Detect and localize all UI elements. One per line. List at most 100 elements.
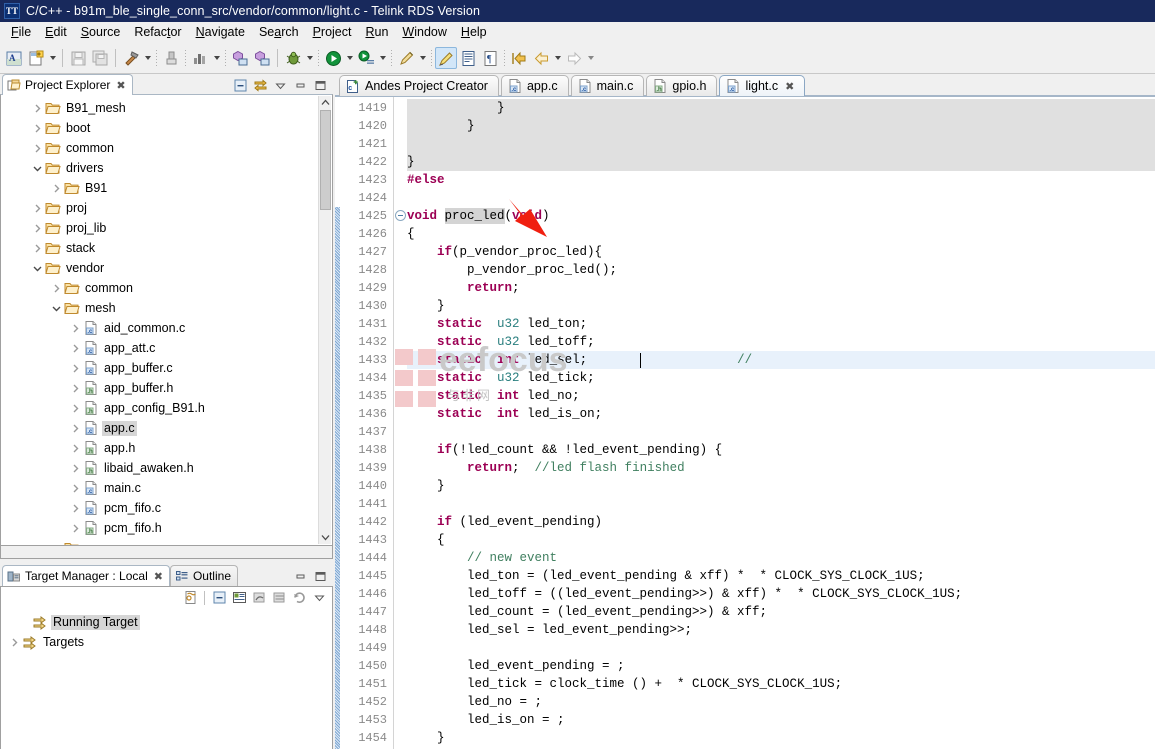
external-tools-icon[interactable]	[355, 47, 377, 69]
save-all-icon[interactable]	[89, 47, 111, 69]
code-line[interactable]: if (led_event_pending)	[407, 513, 602, 531]
chevron-right-icon[interactable]	[7, 638, 21, 647]
open-element-icon[interactable]	[457, 47, 479, 69]
forward-dropdown[interactable]	[585, 47, 596, 69]
scroll-down-arrow[interactable]	[319, 531, 331, 544]
code-line[interactable]: static int led_is_on;	[407, 405, 602, 423]
folding-column[interactable]	[395, 97, 407, 749]
tree-item-drivers[interactable]: drivers	[1, 158, 332, 178]
tab-target-manager[interactable]: Target Manager : Local ✖	[2, 565, 170, 586]
code-editor[interactable]: 1419 1420 1421 1422 1423 1424 1425 1426 1427 1428…	[335, 96, 1155, 749]
target-tree-item-targets[interactable]: Targets	[1, 632, 332, 652]
menu-item-refactor[interactable]: Refactor	[127, 23, 188, 41]
code-line[interactable]: led_toff = ((led_event_pending>>) & xff)…	[407, 585, 962, 603]
tab-outline[interactable]: Outline	[169, 565, 238, 586]
chevron-right-icon[interactable]	[68, 444, 82, 453]
build-hammer-icon[interactable]	[120, 47, 142, 69]
chevron-right-icon[interactable]	[68, 504, 82, 513]
chevron-right-icon[interactable]	[30, 104, 44, 113]
build-config-dropdown[interactable]	[211, 47, 222, 69]
editor-tab-andes-project-creator[interactable]: c Andes Project Creator	[339, 75, 499, 96]
tree-item-b91-mesh[interactable]: B91_mesh	[1, 98, 332, 118]
menu-item-edit[interactable]: Edit	[38, 23, 74, 41]
tree-item-app-att-c[interactable]: .c app_att.c	[1, 338, 332, 358]
menu-item-project[interactable]: Project	[306, 23, 359, 41]
save-icon[interactable]	[67, 47, 89, 69]
minimize-icon[interactable]	[291, 567, 309, 585]
tree-item-main-c[interactable]: .c main.c	[1, 478, 332, 498]
project-tree-hscrollbar[interactable]	[0, 546, 333, 559]
collapse-all-icon[interactable]	[231, 76, 249, 94]
highlighter-icon[interactable]	[435, 47, 457, 69]
new-c-class-icon[interactable]	[229, 47, 251, 69]
chevron-right-icon[interactable]	[68, 324, 82, 333]
scroll-thumb[interactable]	[320, 110, 331, 210]
menu-item-file[interactable]: File	[4, 23, 38, 41]
debug-bug-icon[interactable]	[282, 47, 304, 69]
chevron-right-icon[interactable]	[68, 484, 82, 493]
collapse-all-icon[interactable]	[210, 589, 228, 607]
build-dropdown[interactable]	[142, 47, 153, 69]
back-dropdown[interactable]	[552, 47, 563, 69]
target-tree-item-running-target[interactable]: Running Target	[1, 612, 332, 632]
code-line[interactable]: led_no = ;	[407, 693, 542, 711]
target-tree[interactable]: Running Target Targets	[0, 608, 333, 749]
build-config-icon[interactable]	[189, 47, 211, 69]
tab-project-explorer[interactable]: Project Explorer ✖	[2, 74, 133, 95]
new-target-icon[interactable]	[181, 589, 199, 607]
open-type-icon[interactable]: ¶	[479, 47, 501, 69]
menu-item-search[interactable]: Search	[252, 23, 306, 41]
chevron-right-icon[interactable]	[30, 144, 44, 153]
close-icon[interactable]: ✖	[154, 570, 163, 583]
refresh-target-icon[interactable]	[250, 589, 268, 607]
code-line[interactable]: {	[407, 225, 415, 243]
marker-pen-dropdown[interactable]	[417, 47, 428, 69]
clean-icon[interactable]	[160, 47, 182, 69]
chevron-right-icon[interactable]	[68, 384, 82, 393]
tree-item-libaid-awaken-h[interactable]: .h libaid_awaken.h	[1, 458, 332, 478]
tree-item-app-c[interactable]: .c app.c	[1, 418, 332, 438]
code-line[interactable]: return; //led flash finished	[407, 459, 685, 477]
tree-item-app-buffer-c[interactable]: .c app_buffer.c	[1, 358, 332, 378]
tree-item-aid-common-c[interactable]: .c aid_common.c	[1, 318, 332, 338]
editor-tab-light-c[interactable]: .c light.c ✖	[719, 75, 806, 96]
view-menu-icon[interactable]	[310, 589, 328, 607]
maximize-icon[interactable]	[311, 567, 329, 585]
menu-item-run[interactable]: Run	[358, 23, 395, 41]
new-header-icon[interactable]	[251, 47, 273, 69]
next-annotation-icon[interactable]	[508, 47, 530, 69]
tree-item-boot[interactable]: boot	[1, 118, 332, 138]
code-line[interactable]: static u32 led_toff;	[407, 333, 595, 351]
new-wizard-icon[interactable]	[25, 47, 47, 69]
code-line[interactable]: }	[407, 99, 505, 117]
tree-item-user-app[interactable]: user_app	[1, 538, 332, 545]
tree-item-common[interactable]: common	[1, 278, 332, 298]
code-line[interactable]: void proc_led(void)	[407, 207, 550, 225]
marker-pen-icon[interactable]	[395, 47, 417, 69]
code-line[interactable]: }	[407, 153, 415, 171]
code-line[interactable]: led_event_pending = ;	[407, 657, 625, 675]
menu-item-window[interactable]: Window	[395, 23, 453, 41]
code-line[interactable]: // new event	[407, 549, 557, 567]
close-icon[interactable]: ✖	[116, 79, 125, 92]
code-content[interactable]: } }} #else void proc_led(void){ if(p_vendo…	[407, 97, 1155, 749]
chevron-down-icon[interactable]	[30, 164, 44, 173]
tree-item-pcm-fifo-c[interactable]: .c pcm_fifo.c	[1, 498, 332, 518]
attach-target-icon[interactable]	[270, 589, 288, 607]
code-line[interactable]: p_vendor_proc_led();	[407, 261, 617, 279]
chevron-right-icon[interactable]	[49, 184, 63, 193]
menu-item-help[interactable]: Help	[454, 23, 494, 41]
chevron-right-icon[interactable]	[68, 364, 82, 373]
code-line[interactable]: return;	[407, 279, 520, 297]
chevron-down-icon[interactable]	[49, 304, 63, 313]
code-line[interactable]: led_is_on = ;	[407, 711, 565, 729]
debug-dropdown[interactable]	[304, 47, 315, 69]
code-line[interactable]: static int led_sel; //	[407, 351, 752, 369]
editor-tab-app-c[interactable]: .c app.c	[500, 75, 569, 96]
show-properties-icon[interactable]	[230, 589, 248, 607]
code-line[interactable]: #else	[407, 171, 445, 189]
chevron-right-icon[interactable]	[30, 224, 44, 233]
code-line[interactable]: led_tick = clock_time () + * CLOCK_SYS_C…	[407, 675, 842, 693]
tree-item-app-buffer-h[interactable]: .h app_buffer.h	[1, 378, 332, 398]
chevron-down-icon[interactable]	[30, 264, 44, 273]
